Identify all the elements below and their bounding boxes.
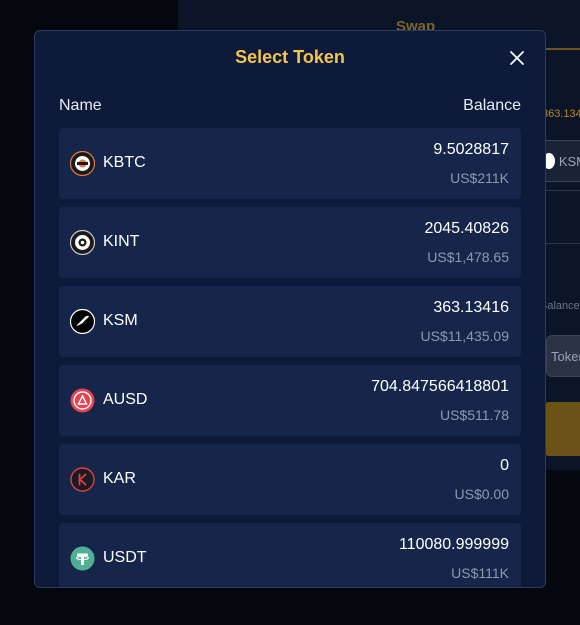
token-usd-value: US$11,435.09 <box>420 328 509 344</box>
usdt-icon <box>70 546 95 571</box>
token-symbol: KINT <box>103 233 140 250</box>
token-balance: 0 <box>500 457 509 474</box>
token-usd-value: US$0.00 <box>454 486 509 502</box>
divider <box>545 190 580 191</box>
token-symbol: KAR <box>103 470 136 487</box>
token-balance: 110080.999999 <box>398 536 509 553</box>
token-symbol: KSM <box>103 312 138 329</box>
token-row-kar[interactable]: KAR 0 US$0.00 <box>59 444 521 515</box>
token-usd-value: US$511.78 <box>439 407 509 423</box>
token-balance: 363.13416 <box>433 299 509 316</box>
token-symbol: KBTC <box>103 154 146 171</box>
swap-submit-button[interactable] <box>545 402 580 456</box>
token-row-ksm[interactable]: KSM 363.13416 US$11,435.09 <box>59 286 521 357</box>
kar-icon <box>70 467 95 492</box>
ksm-icon <box>70 309 95 334</box>
token-symbol: USDT <box>103 549 147 566</box>
select-token-modal: Select Token Name Balance KBTC 9.5028817… <box>34 30 546 588</box>
token-balance: 704.847566418801 <box>371 378 509 395</box>
token-list: KBTC 9.5028817 US$211K KINT 2045.40826 U… <box>59 128 521 587</box>
token-row-usdt[interactable]: USDT 110080.999999 US$111K <box>59 523 521 587</box>
modal-title: Select Token <box>235 47 345 67</box>
source-balance-text: 363.134 <box>542 108 580 120</box>
close-icon <box>510 51 524 65</box>
token-balance: 2045.40826 <box>424 220 509 237</box>
token-row-kint[interactable]: KINT 2045.40826 US$1,478.65 <box>59 207 521 278</box>
target-token-select[interactable]: Token <box>546 335 580 377</box>
kint-icon <box>70 230 95 255</box>
kbtc-icon <box>70 151 95 176</box>
token-usd-value: US$1,478.65 <box>427 249 509 265</box>
close-button[interactable] <box>507 48 527 68</box>
token-usd-value: US$111K <box>451 565 509 581</box>
divider <box>545 243 580 244</box>
token-symbol: AUSD <box>103 391 148 408</box>
token-balance: 9.5028817 <box>433 141 509 158</box>
ausd-icon <box>70 388 95 413</box>
balance-column-header: Balance <box>463 97 521 114</box>
token-row-kbtc[interactable]: KBTC 9.5028817 US$211K <box>59 128 521 199</box>
source-token-label: KSM <box>558 153 580 169</box>
name-column-header: Name <box>59 97 102 114</box>
token-row-ausd[interactable]: AUSD 704.847566418801 US$511.78 <box>59 365 521 436</box>
token-usd-value: US$211K <box>450 170 509 186</box>
token-list-header: Name Balance <box>59 97 521 115</box>
